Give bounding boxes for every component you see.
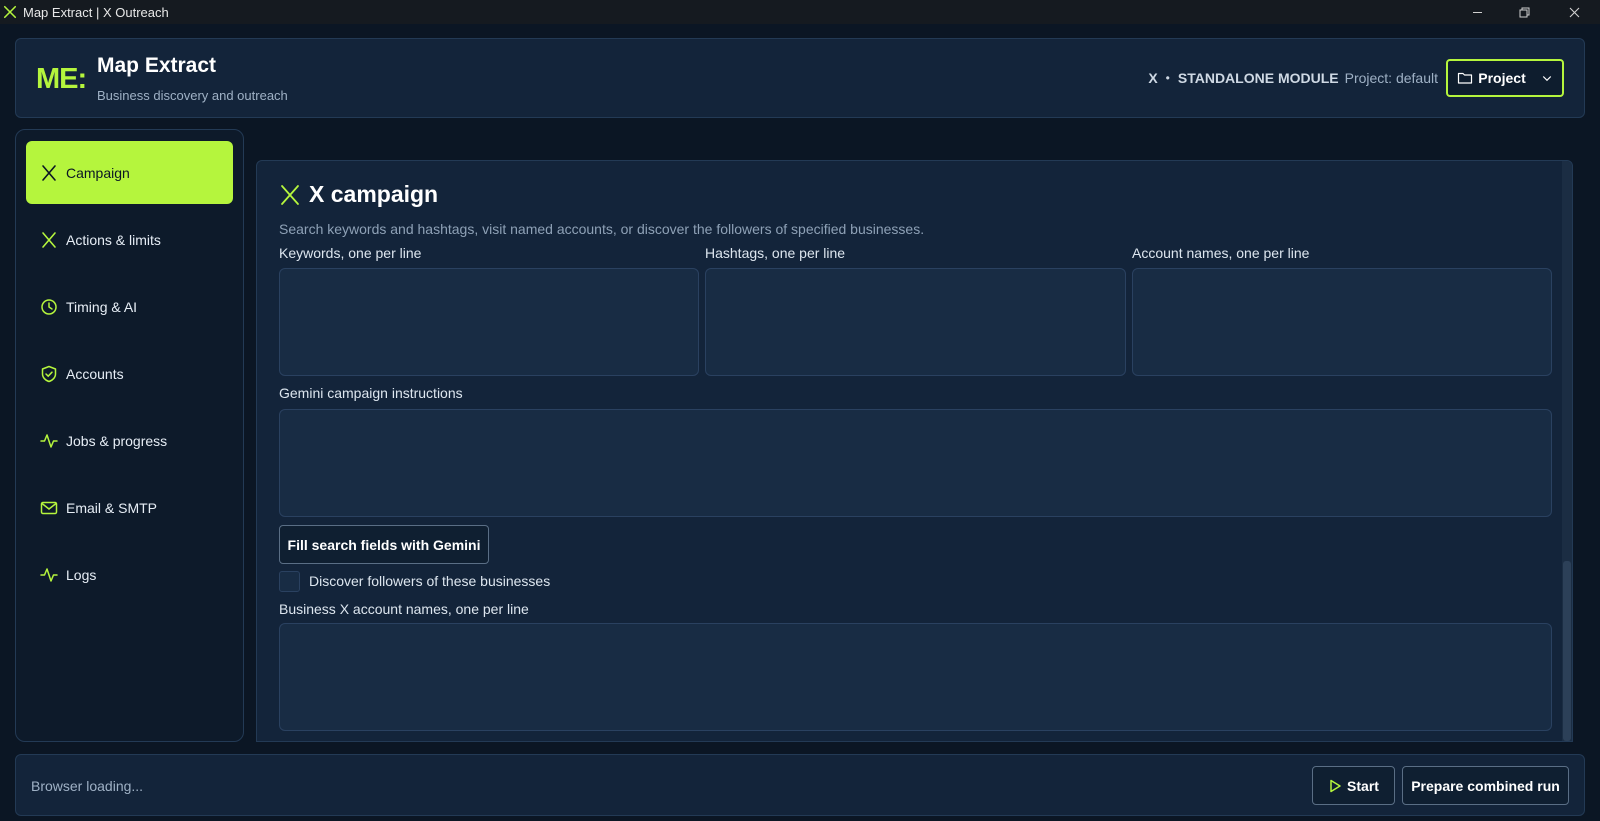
sidebar-item-jobs-progress[interactable]: Jobs & progress [26, 409, 233, 472]
project-button[interactable]: Project [1446, 59, 1564, 97]
window-titlebar: Map Extract | X Outreach [0, 0, 1600, 24]
module-platform: X [1148, 70, 1158, 86]
app-logo: ME: [36, 63, 87, 95]
fill-with-gemini-button[interactable]: Fill search fields with Gemini [279, 525, 489, 564]
activity-icon [40, 566, 58, 584]
sidebar-item-label: Actions & limits [66, 231, 161, 248]
vertical-scrollbar[interactable] [1562, 161, 1572, 741]
clock-icon [40, 298, 58, 316]
minimize-icon [1472, 11, 1482, 13]
start-button-label: Start [1347, 777, 1379, 794]
scrollbar-thumb[interactable] [1563, 561, 1571, 741]
close-icon [1569, 7, 1579, 17]
hashtags-label: Hashtags, one per line [705, 245, 846, 261]
close-button[interactable] [1550, 0, 1598, 24]
shield-check-icon [40, 365, 58, 383]
sidebar-item-label: Campaign [66, 164, 130, 181]
sidebar-item-accounts[interactable]: Accounts [26, 342, 233, 405]
folder-icon [1458, 72, 1473, 84]
module-separator: • [1165, 71, 1170, 85]
header-right: X • STANDALONE MODULE Project: default P… [1148, 58, 1564, 98]
x-logo-icon [40, 231, 58, 249]
status-footer: Browser loading... Start Prepare combine… [15, 754, 1585, 816]
sidebar-item-label: Timing & AI [66, 298, 138, 315]
accounts-textarea[interactable] [1132, 268, 1552, 376]
sidebar-item-campaign[interactable]: Campaign [26, 141, 233, 204]
sidebar-item-actions-limits[interactable]: Actions & limits [26, 208, 233, 271]
accounts-label: Account names, one per line [1132, 245, 1310, 261]
restore-button[interactable] [1500, 0, 1548, 24]
gemini-instructions-label: Gemini campaign instructions [279, 385, 463, 401]
sidebar-item-logs[interactable]: Logs [26, 543, 233, 606]
campaign-panel: X campaign Search keywords and hashtags,… [256, 160, 1573, 742]
sidebar-item-email-smtp[interactable]: Email & SMTP [26, 476, 233, 539]
app-subtitle: Business discovery and outreach [97, 88, 288, 103]
business-accounts-textarea[interactable] [279, 623, 1552, 731]
status-text: Browser loading... [31, 778, 144, 794]
play-icon [1330, 779, 1341, 792]
discover-followers-label[interactable]: Discover followers of these businesses [309, 573, 550, 589]
app-header: ME: Map Extract Business discovery and o… [15, 38, 1585, 118]
page-title: X campaign [309, 181, 439, 207]
start-button[interactable]: Start [1312, 766, 1395, 805]
x-logo-icon [281, 184, 299, 205]
sidebar-item-label: Email & SMTP [66, 499, 158, 516]
chevron-down-icon [1542, 76, 1551, 82]
keywords-textarea[interactable] [279, 268, 699, 376]
window-title: Map Extract | X Outreach [23, 4, 169, 20]
keywords-label: Keywords, one per line [279, 245, 422, 261]
sidebar-item-label: Accounts [66, 365, 124, 382]
section-description: Search keywords and hashtags, visit name… [279, 221, 925, 237]
discover-followers-checkbox[interactable] [279, 571, 300, 592]
restore-icon [1519, 7, 1529, 17]
section-title: X campaign [279, 181, 438, 208]
gemini-instructions-textarea[interactable] [279, 409, 1552, 517]
module-label: STANDALONE MODULE [1177, 70, 1339, 86]
project-label: Project: default [1344, 70, 1438, 86]
sidebar-item-label: Jobs & progress [66, 432, 168, 449]
app-title: Map Extract [97, 54, 217, 77]
x-logo-icon [3, 5, 17, 19]
mail-icon [40, 499, 58, 517]
sidebar-item-label: Logs [66, 566, 97, 583]
hashtags-textarea[interactable] [705, 268, 1126, 376]
sidebar: Campaign Actions & limits Timing & AI Ac… [15, 129, 244, 742]
prepare-combined-run-button[interactable]: Prepare combined run [1402, 766, 1569, 805]
minimize-button[interactable] [1453, 0, 1501, 24]
activity-icon [40, 432, 58, 450]
business-accounts-label: Business X account names, one per line [279, 601, 529, 617]
sidebar-item-timing-ai[interactable]: Timing & AI [26, 275, 233, 338]
project-button-label: Project [1478, 70, 1526, 86]
x-logo-icon [40, 164, 58, 182]
